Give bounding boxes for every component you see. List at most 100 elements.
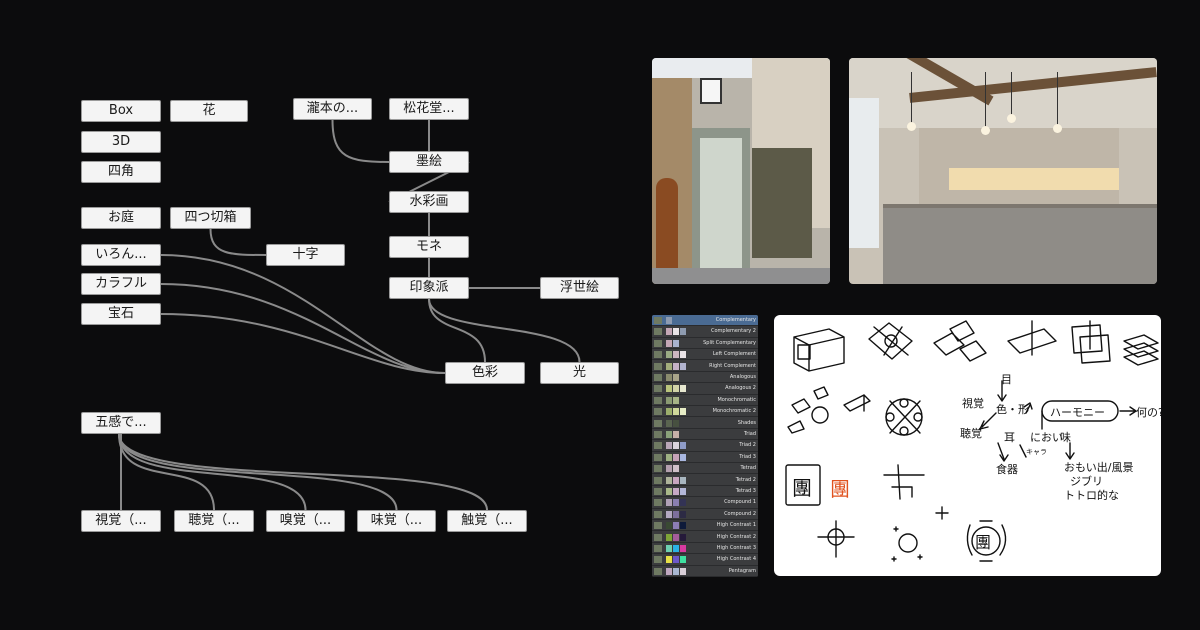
palette-label: Left Complement [712,351,756,358]
palette-label: Triad [743,431,756,437]
palette-label: Complementary [715,317,756,323]
palette-swatch [654,510,662,518]
palette-swatch [673,510,679,518]
node-shokado[interactable]: 松花堂... [389,98,469,120]
palette-row[interactable]: High Contrast 4 [652,554,758,566]
palette-swatch [673,328,679,336]
node-gokan[interactable]: 五感で... [81,412,161,434]
photo-shop-window [752,148,812,258]
node-inshoha[interactable]: 印象派 [389,277,469,299]
edge-hoseki-shikisai [160,313,446,374]
palette-swatch [673,567,679,575]
palette-row[interactable]: Split Complementary [652,338,758,350]
palette-label: Monochromatic [717,396,756,403]
node-3d[interactable]: 3D [81,131,161,153]
node-iron[interactable]: いろん... [81,244,161,266]
palette-swatch [654,396,662,404]
node-colorful[interactable]: カラフル [81,273,161,295]
node-shokkaku[interactable]: 触覚（... [447,510,527,532]
palette-swatch [666,362,672,370]
palette-swatch [654,431,662,438]
palette-row[interactable]: Triad 2 [652,440,758,452]
palette-swatch [654,442,662,450]
palette-swatch [680,328,686,336]
palette-row[interactable]: High Contrast 2 [652,532,758,543]
sketch-logo-red: 團 [830,477,850,501]
node-mikaku[interactable]: 味覚（... [357,510,436,532]
node-hikari[interactable]: 光 [540,362,619,384]
palette-swatch [654,351,662,359]
node-shikisai[interactable]: 色彩 [445,362,525,384]
node-sumie[interactable]: 墨絵 [389,151,469,173]
palette-row[interactable]: Triad 3 [652,452,758,464]
sketch-board[interactable]: 目 色・形 視覚 ハーモニー 何の? 聴覚 耳 におい 味 食器 キャラ おもい… [774,315,1161,576]
palette-row[interactable]: Tetrad [652,463,758,475]
palette-swatch [680,488,686,495]
palette-row[interactable]: Tetrad 2 [652,475,758,486]
pendant-lamp-icon [981,126,990,135]
palette-row[interactable]: Analogous [652,372,758,384]
node-juji[interactable]: 十字 [266,244,345,266]
palette-row[interactable]: Right Complement [652,361,758,372]
node-box[interactable]: Box [81,100,161,122]
palette-row[interactable]: Monochromatic [652,395,758,407]
palette-row[interactable]: Monochromatic 2 [652,406,758,418]
palette-swatch [666,431,672,438]
palette-swatch [654,362,662,370]
sketch-note-kyara: キャラ [1026,448,1047,456]
palette-row[interactable]: Shades [652,418,758,429]
palette-swatch [673,408,679,416]
palette-row[interactable]: Complementary 2 [652,326,758,338]
node-hoseki[interactable]: 宝石 [81,303,161,325]
palette-swatch [680,522,686,530]
palette-swatch [666,374,672,381]
palette-row[interactable]: Compound 1 [652,497,758,509]
palette-swatch [666,465,672,473]
node-yotsukiribako[interactable]: 四つ切箱 [170,207,251,229]
palette-swatch [666,499,672,507]
palette-row[interactable]: High Contrast 1 [652,520,758,532]
palette-label: High Contrast 1 [716,522,756,529]
palette-row[interactable]: Left Complement [652,349,758,361]
palette-swatch [666,522,672,530]
palette-label: High Contrast 2 [716,533,756,540]
palette-swatch [680,499,686,507]
node-oniwa[interactable]: お庭 [81,207,161,229]
sketch-drawings [785,320,1159,562]
palette-row[interactable]: Analogous 2 [652,383,758,395]
palette-swatch [673,351,679,359]
palette-label: Analogous 2 [725,385,756,392]
node-monet[interactable]: モネ [389,236,469,258]
palette-row[interactable]: Triad [652,429,758,441]
palette-label: Pentagram [728,567,756,574]
node-kyukaku[interactable]: 嗅覚（... [266,510,345,532]
palette-swatch [673,339,679,347]
palette-swatch [654,488,662,495]
node-ukiyoe[interactable]: 浮世絵 [540,277,619,299]
interior-photo[interactable] [849,58,1157,284]
palette-row[interactable]: Complementary [652,315,758,327]
palette-swatch [673,431,679,438]
palette-swatch [654,522,662,530]
palette-row[interactable]: Compound 2 [652,509,758,521]
palette-swatch [666,453,672,461]
color-scheme-list[interactable]: Complementary Complementary 2 Split Comple… [652,315,758,577]
palette-swatch [654,567,662,575]
node-suisaiga[interactable]: 水彩画 [389,191,469,213]
node-chokaku[interactable]: 聴覚（... [174,510,254,532]
palette-swatch [666,385,672,393]
palette-label: Shades [737,419,756,426]
photo-window [849,98,879,248]
node-shikaku[interactable]: 四角 [81,161,161,183]
node-shikaku2[interactable]: 視覚（... [81,510,161,532]
sketch-note-shikaku: 視覚 [962,397,984,410]
node-hana[interactable]: 花 [170,100,248,122]
palette-row[interactable]: High Contrast 3 [652,543,758,555]
palette-label: Tetrad [740,465,756,472]
palette-swatch [666,317,672,324]
palette-row[interactable]: Pentagram [652,566,758,577]
node-takimoto[interactable]: 瀧本の... [293,98,372,120]
photo-shop-sign-icon [700,78,722,104]
storefront-photo[interactable] [652,58,830,284]
palette-row[interactable]: Tetrad 3 [652,486,758,498]
